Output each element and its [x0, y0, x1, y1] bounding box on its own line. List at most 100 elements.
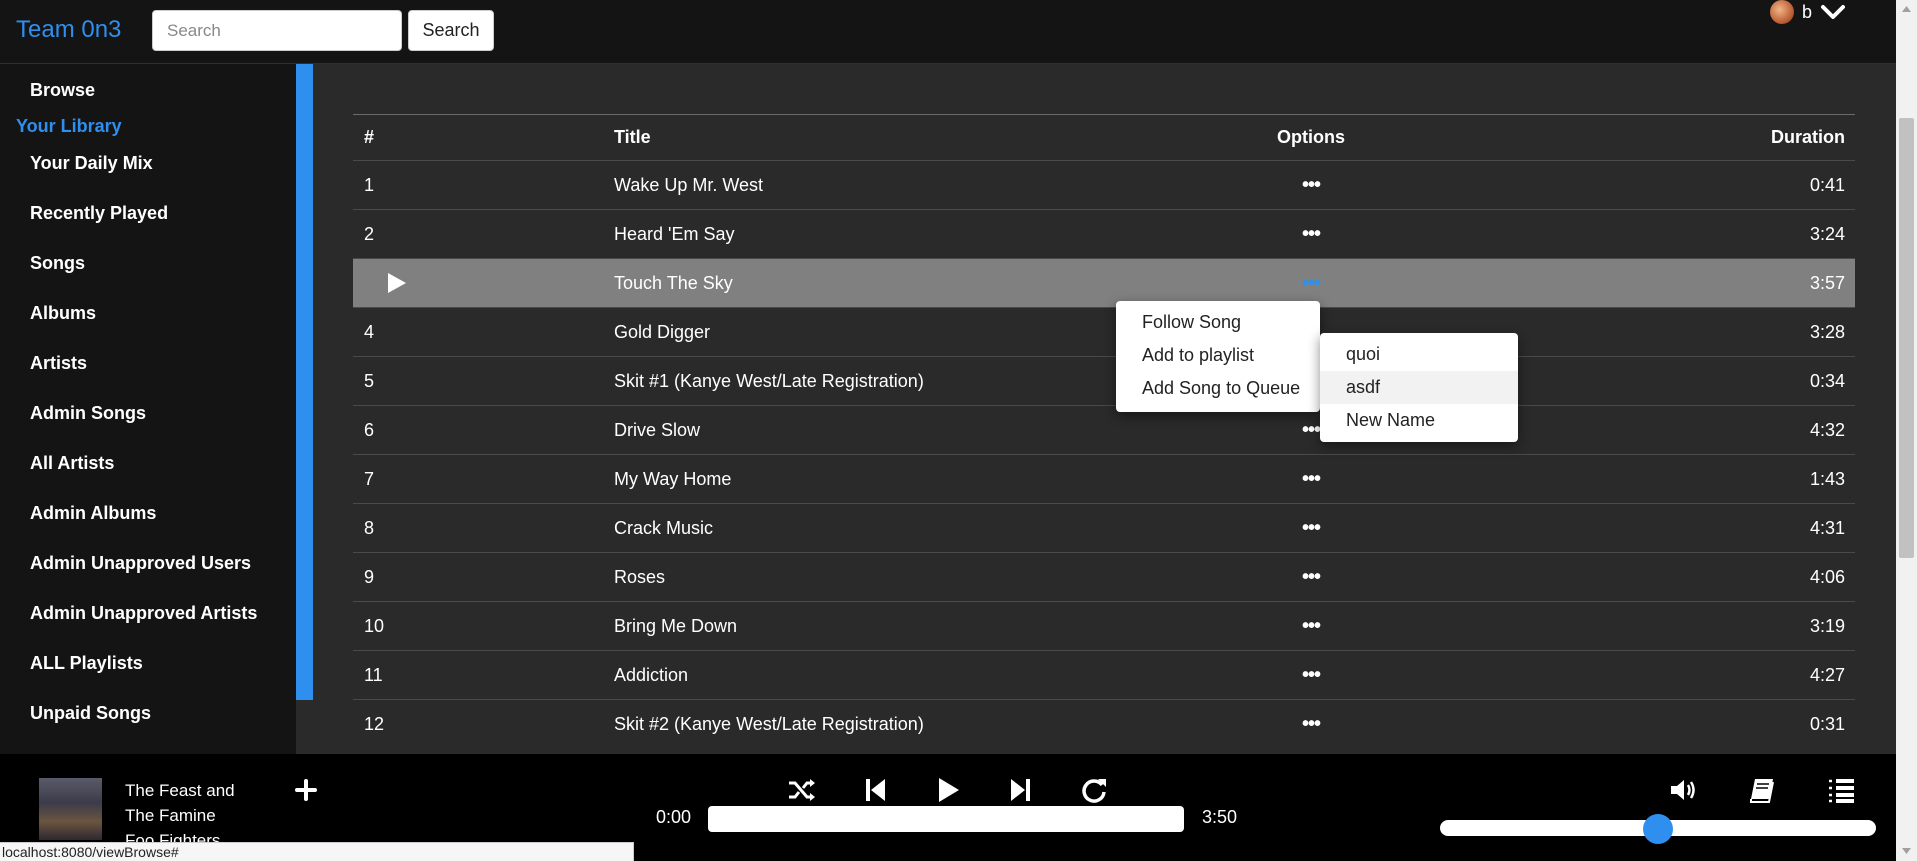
total-time: 3:50 [1202, 807, 1238, 827]
menu-item-add-to-playlist[interactable]: Add to playlist [1116, 339, 1320, 372]
sidebar-item-admin-albums[interactable]: Admin Albums [30, 503, 156, 524]
progress-bar[interactable] [708, 806, 1184, 832]
track-number: 2 [364, 223, 375, 244]
sidebar-heading-your-library[interactable]: Your Library [16, 116, 122, 137]
options-dots-icon[interactable]: ••• [1271, 553, 1351, 601]
options-dots-icon[interactable]: ••• [1271, 504, 1351, 552]
table-row[interactable]: 8 Crack Music ••• 4:31 [353, 503, 1855, 552]
options-dots-icon[interactable]: ••• [1271, 651, 1351, 699]
repeat-icon[interactable] [1079, 776, 1109, 804]
row-play-button[interactable] [364, 259, 408, 307]
user-menu[interactable]: b [1770, 0, 1846, 24]
track-number: 6 [364, 419, 375, 440]
track-title[interactable]: Wake Up Mr. West [614, 161, 763, 209]
play-icon[interactable] [933, 776, 963, 804]
album-art[interactable] [39, 778, 102, 840]
now-playing-info[interactable]: The Feast and The Famine Foo Fighters [125, 778, 275, 842]
track-title[interactable]: Heard 'Em Say [614, 210, 734, 258]
menu-item-add-to-queue[interactable]: Add Song to Queue [1116, 372, 1320, 405]
sidebar-resize-handle[interactable] [296, 64, 313, 700]
brand-logo[interactable]: Team 0n3 [16, 16, 121, 44]
sidebar-item-admin-unapproved-users[interactable]: Admin Unapproved Users [30, 553, 251, 574]
options-dots-icon[interactable]: ••• [1271, 700, 1351, 748]
track-title[interactable]: Drive Slow [614, 406, 700, 454]
options-dots-icon[interactable]: ••• [1271, 210, 1351, 258]
track-duration: 4:32 [1809, 419, 1845, 440]
table-row-selected[interactable]: Touch The Sky ••• 3:57 [353, 258, 1855, 307]
options-dots-icon[interactable]: ••• [1271, 259, 1351, 307]
header-num: # [364, 127, 375, 147]
next-icon[interactable] [1005, 776, 1035, 804]
sidebar-item-artists[interactable]: Artists [30, 353, 87, 374]
table-row[interactable]: 2 Heard 'Em Say ••• 3:24 [353, 209, 1855, 258]
sidebar-item-all-playlists[interactable]: ALL Playlists [30, 653, 143, 674]
avatar[interactable] [1770, 0, 1794, 24]
header-options: Options [1277, 127, 1345, 147]
sidebar-item-admin-unapproved-artists[interactable]: Admin Unapproved Artists [30, 603, 257, 624]
header-title: Title [614, 127, 651, 147]
table-row[interactable]: 5 Skit #1 (Kanye West/Late Registration)… [353, 356, 1855, 405]
track-duration: 4:31 [1809, 517, 1845, 538]
options-dots-icon[interactable]: ••• [1271, 602, 1351, 650]
playlist-item-new-name[interactable]: New Name [1320, 404, 1518, 437]
previous-icon[interactable] [861, 776, 891, 804]
scroll-up-arrow-icon[interactable] [1902, 6, 1911, 12]
track-number: 10 [364, 615, 385, 636]
search-input[interactable] [152, 10, 402, 51]
table-row[interactable]: 10 Bring Me Down ••• 3:19 [353, 601, 1855, 650]
shuffle-icon[interactable] [787, 776, 817, 804]
lyrics-book-icon[interactable] [1747, 776, 1777, 804]
options-dots-icon[interactable]: ••• [1271, 455, 1351, 503]
track-duration: 4:27 [1809, 664, 1845, 685]
track-title[interactable]: Touch The Sky [614, 259, 733, 307]
sidebar-item-all-artists[interactable]: All Artists [30, 453, 114, 474]
track-number: 5 [364, 370, 375, 391]
options-dots-icon[interactable]: ••• [1271, 161, 1351, 209]
user-name[interactable]: b [1802, 2, 1812, 23]
chevron-down-icon[interactable] [1820, 0, 1846, 24]
sidebar-item-albums[interactable]: Albums [30, 303, 96, 324]
table-row[interactable]: 4 Gold Digger 3:28 [353, 307, 1855, 356]
sidebar-item-unpaid-songs[interactable]: Unpaid Songs [30, 703, 151, 724]
page-scrollbar[interactable] [1896, 0, 1917, 861]
track-title[interactable]: Roses [614, 553, 665, 601]
sidebar-item-your-daily-mix[interactable]: Your Daily Mix [30, 153, 153, 174]
track-title[interactable]: Skit #1 (Kanye West/Late Registration) [614, 357, 924, 405]
queue-list-icon[interactable] [1826, 776, 1856, 804]
search-button[interactable]: Search [408, 10, 494, 51]
track-title[interactable]: My Way Home [614, 455, 731, 503]
song-table: # Title Options Duration 1 Wake Up Mr. W… [353, 114, 1855, 748]
table-row[interactable]: 11 Addiction ••• 4:27 [353, 650, 1855, 699]
playlist-item-quoi[interactable]: quoi [1320, 338, 1518, 371]
volume-slider[interactable] [1440, 814, 1876, 844]
table-row[interactable]: 9 Roses ••• 4:06 [353, 552, 1855, 601]
now-playing-line: The Feast and [125, 781, 235, 800]
scroll-down-arrow-icon[interactable] [1902, 848, 1911, 854]
track-title[interactable]: Skit #2 (Kanye West/Late Registration) [614, 700, 924, 748]
track-title[interactable]: Gold Digger [614, 308, 710, 356]
table-row[interactable]: 7 My Way Home ••• 1:43 [353, 454, 1855, 503]
track-number: 11 [364, 664, 383, 685]
table-row[interactable]: 6 Drive Slow ••• 4:32 [353, 405, 1855, 454]
track-title[interactable]: Bring Me Down [614, 602, 737, 650]
current-time: 0:00 [656, 807, 692, 827]
top-navbar: Team 0n3 Search b [0, 0, 1896, 64]
table-row[interactable]: 1 Wake Up Mr. West ••• 0:41 [353, 160, 1855, 209]
volume-icon[interactable] [1668, 776, 1698, 804]
sidebar-item-browse[interactable]: Browse [30, 80, 95, 101]
volume-slider-thumb[interactable] [1643, 814, 1673, 844]
table-row[interactable]: 12 Skit #2 (Kanye West/Late Registration… [353, 699, 1855, 748]
track-title[interactable]: Addiction [614, 651, 688, 699]
sidebar-item-admin-songs[interactable]: Admin Songs [30, 403, 146, 424]
track-title[interactable]: Crack Music [614, 504, 713, 552]
sidebar-item-songs[interactable]: Songs [30, 253, 85, 274]
play-icon[interactable] [386, 271, 408, 295]
header-duration: Duration [1771, 127, 1845, 147]
scrollbar-thumb[interactable] [1899, 118, 1914, 558]
track-duration: 0:31 [1809, 713, 1845, 734]
track-number: 9 [364, 566, 375, 587]
playlist-item-asdf[interactable]: asdf [1320, 371, 1518, 404]
sidebar-item-recently-played[interactable]: Recently Played [30, 203, 168, 224]
menu-item-follow-song[interactable]: Follow Song [1116, 306, 1320, 339]
add-icon[interactable] [294, 778, 318, 802]
